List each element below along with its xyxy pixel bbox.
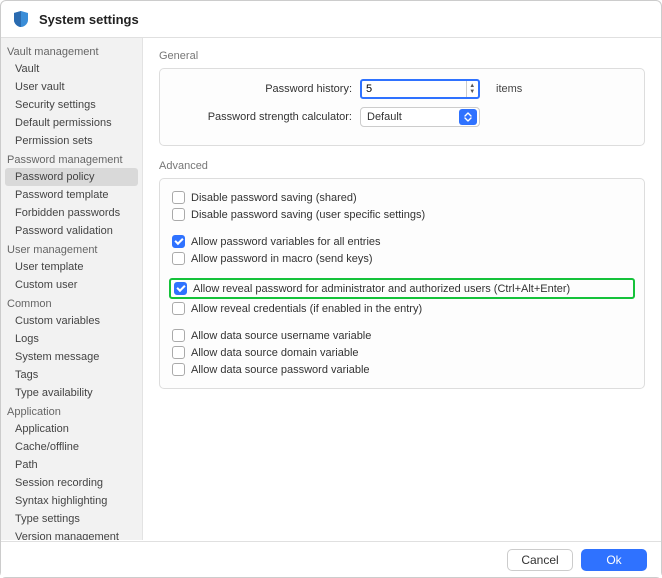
checkbox-row[interactable]: Disable password saving (user specific s… — [172, 206, 632, 223]
checkbox-label: Disable password saving (user specific s… — [191, 209, 425, 221]
spacer — [172, 267, 632, 277]
password-history-input[interactable]: ▲ ▼ — [360, 79, 480, 99]
sidebar-item[interactable]: Password validation — [1, 222, 142, 240]
section-label-advanced: Advanced — [159, 160, 645, 172]
password-history-unit: items — [488, 83, 522, 95]
sidebar-item[interactable]: Cache/offline — [1, 438, 142, 456]
checkbox-row[interactable]: Allow reveal credentials (if enabled in … — [172, 300, 632, 317]
strength-calc-label: Password strength calculator: — [172, 111, 352, 123]
checkbox-row[interactable]: Allow password in macro (send keys) — [172, 250, 632, 267]
sidebar-item[interactable]: Logs — [1, 330, 142, 348]
sidebar-item[interactable]: Forbidden passwords — [1, 204, 142, 222]
checkbox[interactable] — [172, 363, 185, 376]
general-section: Password history: ▲ ▼ items Password str… — [159, 68, 645, 146]
dialog-footer: Cancel Ok — [1, 541, 661, 577]
spacer — [172, 223, 632, 233]
checkbox[interactable] — [172, 191, 185, 204]
sidebar-item[interactable]: Application — [1, 420, 142, 438]
checkbox-row[interactable]: Allow reveal password for administrator … — [169, 278, 635, 299]
chevron-updown-icon — [459, 109, 477, 125]
sidebar-item[interactable]: User vault — [1, 78, 142, 96]
checkbox-label: Allow data source password variable — [191, 364, 370, 376]
checkbox[interactable] — [174, 282, 187, 295]
stepper-down-icon[interactable]: ▼ — [469, 89, 475, 95]
window-header: System settings — [1, 1, 661, 38]
sidebar-item[interactable]: Path — [1, 456, 142, 474]
sidebar-group-label: User management — [1, 240, 142, 258]
sidebar-item[interactable]: Version management — [1, 528, 142, 540]
window-title: System settings — [39, 12, 139, 27]
sidebar-item[interactable]: Type settings — [1, 510, 142, 528]
sidebar-item[interactable]: Type availability — [1, 384, 142, 402]
sidebar-item[interactable]: Custom user — [1, 276, 142, 294]
strength-calc-select[interactable]: Default — [360, 107, 480, 127]
sidebar-item[interactable]: Password template — [1, 186, 142, 204]
checkbox-row[interactable]: Allow data source password variable — [172, 361, 632, 378]
ok-button[interactable]: Ok — [581, 549, 647, 571]
checkbox[interactable] — [172, 235, 185, 248]
checkbox-label: Disable password saving (shared) — [191, 192, 357, 204]
sidebar-item[interactable]: Tags — [1, 366, 142, 384]
password-history-field[interactable] — [362, 82, 466, 96]
checkbox-label: Allow password variables for all entries — [191, 236, 381, 248]
checkbox[interactable] — [172, 329, 185, 342]
checkbox-label: Allow reveal credentials (if enabled in … — [191, 303, 422, 315]
sidebar-item[interactable]: Permission sets — [1, 132, 142, 150]
checkbox-label: Allow data source username variable — [191, 330, 371, 342]
sidebar-item[interactable]: Password policy — [5, 168, 138, 186]
sidebar-group-label: Vault management — [1, 42, 142, 60]
checkbox-label: Allow reveal password for administrator … — [193, 283, 570, 295]
sidebar-item[interactable]: Session recording — [1, 474, 142, 492]
checkbox[interactable] — [172, 302, 185, 315]
sidebar-group-label: Application — [1, 402, 142, 420]
sidebar-item[interactable]: Default permissions — [1, 114, 142, 132]
sidebar-item[interactable]: Security settings — [1, 96, 142, 114]
password-history-label: Password history: — [172, 83, 352, 95]
sidebar-item[interactable]: User template — [1, 258, 142, 276]
checkbox[interactable] — [172, 252, 185, 265]
sidebar-group-label: Common — [1, 294, 142, 312]
sidebar-item[interactable]: System message — [1, 348, 142, 366]
checkbox-label: Allow password in macro (send keys) — [191, 253, 373, 265]
advanced-section: Disable password saving (shared) Disable … — [159, 178, 645, 389]
sidebar-item[interactable]: Custom variables — [1, 312, 142, 330]
app-icon — [11, 9, 31, 29]
checkbox-row[interactable]: Allow data source username variable — [172, 327, 632, 344]
checkbox-row[interactable]: Allow data source domain variable — [172, 344, 632, 361]
sidebar-item[interactable]: Vault — [1, 60, 142, 78]
checkbox[interactable] — [172, 346, 185, 359]
spacer — [172, 317, 632, 327]
checkbox[interactable] — [172, 208, 185, 221]
password-history-stepper[interactable]: ▲ ▼ — [466, 81, 479, 97]
checkbox-label: Allow data source domain variable — [191, 347, 359, 359]
checkbox-row[interactable]: Disable password saving (shared) — [172, 189, 632, 206]
sidebar-item[interactable]: Syntax highlighting — [1, 492, 142, 510]
cancel-button[interactable]: Cancel — [507, 549, 573, 571]
checkbox-row[interactable]: Allow password variables for all entries — [172, 233, 632, 250]
content-pane: General Password history: ▲ ▼ items Pass… — [143, 38, 661, 540]
strength-calc-value: Default — [361, 111, 459, 123]
sidebar-group-label: Password management — [1, 150, 142, 168]
section-label-general: General — [159, 50, 645, 62]
sidebar: Vault managementVaultUser vaultSecurity … — [1, 38, 143, 540]
